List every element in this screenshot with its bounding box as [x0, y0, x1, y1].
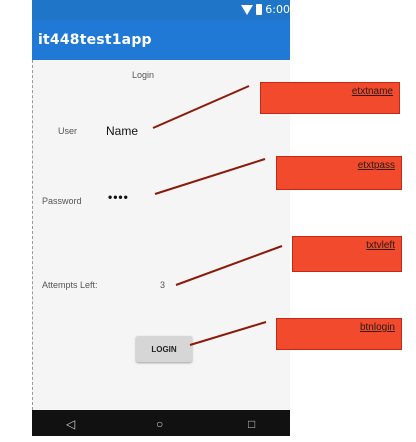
- annotation-etxtpass: etxtpass: [276, 156, 402, 190]
- navigation-bar: ◁ ○ □: [32, 410, 290, 436]
- app-bar: it448test1app: [32, 20, 290, 60]
- back-icon[interactable]: ◁: [66, 417, 75, 431]
- password-label: Password: [42, 196, 82, 206]
- user-input[interactable]: Name: [106, 124, 138, 138]
- annotation-etxtname: etxtname: [260, 82, 400, 114]
- attempts-value: 3: [160, 280, 166, 290]
- battery-icon: [256, 4, 263, 15]
- user-label: User: [58, 126, 78, 136]
- status-time: 6:00: [265, 3, 290, 16]
- attempts-label: Attempts Left:: [42, 280, 98, 290]
- wifi-icon: [241, 4, 254, 15]
- login-button[interactable]: LOGIN: [136, 336, 192, 362]
- app-title: it448test1app: [38, 32, 152, 48]
- annotation-btnlogin: btnlogin: [276, 318, 402, 350]
- password-input[interactable]: ••••: [108, 190, 129, 204]
- home-icon[interactable]: ○: [156, 417, 163, 431]
- layout-guide: [32, 60, 33, 410]
- phone-screen: 6:00 it448test1app Login User Name Passw…: [32, 0, 290, 436]
- annotation-txtvleft: txtvleft: [292, 236, 402, 272]
- recents-icon[interactable]: □: [248, 417, 255, 431]
- status-bar: 6:00: [32, 0, 290, 20]
- login-title: Login: [132, 70, 155, 80]
